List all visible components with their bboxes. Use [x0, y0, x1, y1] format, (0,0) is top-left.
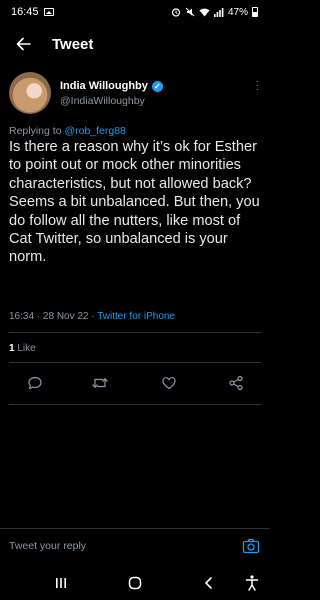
reply-button[interactable]: [24, 372, 46, 394]
share-icon: [229, 375, 243, 391]
reply-mention-link[interactable]: @rob_ferg88: [64, 125, 125, 137]
system-nav-bar: [0, 566, 270, 600]
camera-icon: [242, 538, 260, 554]
divider: [9, 332, 261, 333]
back-button[interactable]: [0, 37, 40, 51]
likes-label: Like: [14, 343, 36, 354]
reply-bar: Tweet your reply: [0, 528, 270, 564]
accessibility-icon: [245, 575, 259, 591]
status-bar: 16:45 47%: [0, 0, 270, 24]
tweet-text: Is there a reason why it’s ok for Esther…: [9, 139, 260, 266]
author-name[interactable]: India Willoughby: [60, 80, 148, 92]
back-nav-button[interactable]: [198, 572, 220, 594]
reply-icon: [28, 376, 42, 390]
accessibility-button[interactable]: [241, 572, 263, 594]
camera-button[interactable]: [242, 537, 260, 555]
battery-icon: [252, 7, 258, 17]
share-button[interactable]: [225, 372, 247, 394]
status-time: 16:45: [11, 6, 39, 18]
alarm-icon: [171, 8, 181, 17]
divider: [9, 404, 261, 405]
like-button[interactable]: [158, 372, 180, 394]
home-button[interactable]: [124, 572, 146, 594]
signal-icon: [213, 8, 224, 17]
replying-to: Replying to @rob_ferg88: [9, 125, 126, 137]
wifi-icon: [199, 8, 210, 17]
retweet-icon: [92, 377, 108, 389]
tweet-meta: 16:34 · 28 Nov 22 · Twitter for iPhone: [9, 311, 175, 322]
author-handle[interactable]: @IndiaWilloughby: [60, 95, 163, 107]
tweet-actions: [0, 372, 270, 394]
tweet-source-link[interactable]: Twitter for iPhone: [97, 311, 175, 322]
likes-count[interactable]: 1 Like: [9, 343, 36, 354]
recent-apps-button[interactable]: [50, 572, 72, 594]
recent-apps-icon: [56, 578, 66, 588]
tweet-author: India Willoughby ✓ @IndiaWilloughby · · ·: [9, 72, 261, 116]
arrow-left-icon: [16, 37, 31, 51]
divider: [9, 362, 261, 363]
page-title: Tweet: [52, 35, 94, 53]
mute-icon: [185, 7, 195, 17]
tweet-header: Tweet: [0, 28, 270, 60]
chevron-left-icon: [205, 577, 212, 589]
battery-percent: 47%: [227, 6, 248, 18]
avatar[interactable]: [9, 72, 51, 114]
more-options-icon[interactable]: · · ·: [256, 77, 259, 95]
retweet-button[interactable]: [89, 372, 111, 394]
replying-prefix: Replying to: [9, 125, 65, 137]
home-icon: [128, 576, 142, 590]
reply-input[interactable]: Tweet your reply: [9, 540, 86, 552]
verified-badge-icon: ✓: [151, 80, 163, 92]
gallery-icon: [43, 8, 54, 16]
tweet-timestamp: 16:34 · 28 Nov 22 ·: [9, 311, 98, 322]
like-icon: [162, 377, 176, 390]
